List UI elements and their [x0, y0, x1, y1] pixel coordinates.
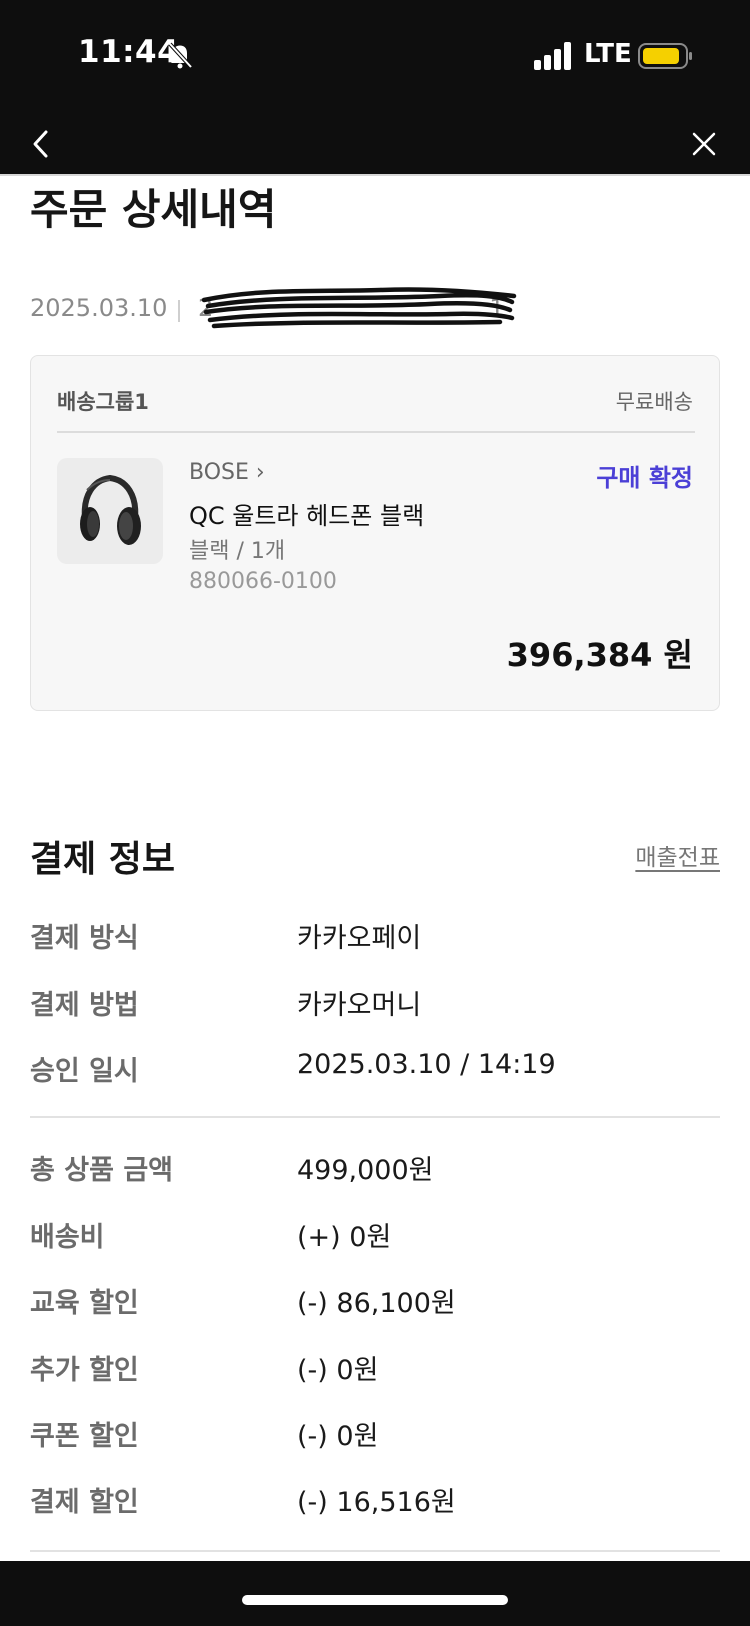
brand-link[interactable]: BOSE ›: [189, 460, 265, 485]
amount-row-value: (-) 16,516원: [297, 1487, 456, 1518]
section-divider: [30, 1550, 720, 1552]
headphones-icon: [80, 474, 141, 545]
home-indicator[interactable]: [242, 1595, 508, 1605]
card-divider: [57, 431, 695, 433]
battery-icon: [638, 43, 692, 69]
bell-slash-icon: [168, 42, 193, 69]
order-status-badge: 구매 확정: [596, 464, 693, 492]
amount-row: 총 상품 금액 499,000원: [30, 1148, 720, 1188]
amount-row: 추가 할인 (-) 0원: [30, 1348, 720, 1388]
amount-row-label: 배송비: [30, 1222, 105, 1253]
brand-label: BOSE: [189, 460, 249, 485]
meta-separator: [178, 300, 180, 322]
amount-row: 배송비 (+) 0원: [30, 1215, 720, 1255]
shipping-type: 무료배송: [615, 390, 693, 414]
status-time: 11:44: [78, 34, 180, 70]
status-bar: 11:44 LTE: [0, 0, 750, 110]
product-sku: 880066-0100: [189, 569, 337, 594]
order-date: 2025.03.10: [30, 294, 168, 322]
amount-row-value: 499,000원: [297, 1155, 434, 1186]
redaction-scribble: [201, 287, 517, 329]
chevron-right-icon: ›: [255, 460, 265, 485]
receipt-link[interactable]: 매출전표: [635, 838, 720, 872]
order-meta: 2025.03.10 21: [30, 287, 730, 329]
amount-row-label: 교육 할인: [30, 1288, 139, 1319]
chevron-left-icon[interactable]: [26, 126, 58, 162]
amount-row-value: (-) 0원: [297, 1355, 379, 1386]
payment-row: 승인 일시 2025.03.10 / 14:19: [30, 1049, 720, 1089]
product-name[interactable]: QC 울트라 헤드폰 블랙: [189, 496, 424, 531]
nav-bar: [0, 110, 750, 176]
payment-section-title: 결제 정보: [30, 839, 176, 880]
amount-row-label: 총 상품 금액: [30, 1155, 173, 1186]
home-bar-area: [0, 1561, 750, 1626]
payment-row-value: 2025.03.10 / 14:19: [297, 1049, 556, 1080]
payment-row: 결제 방법 카카오머니: [30, 983, 720, 1023]
close-icon[interactable]: [688, 128, 720, 160]
amount-row-value: (-) 86,100원: [297, 1288, 456, 1319]
section-divider: [30, 1116, 720, 1118]
network-label: LTE: [584, 39, 632, 69]
shipment-group-label: 배송그룹1: [57, 390, 149, 414]
product-option: 블랙 / 1개: [189, 539, 286, 564]
amount-row-label: 결제 할인: [30, 1487, 139, 1518]
product-thumbnail[interactable]: [57, 458, 163, 564]
page-title: 주문 상세내역: [30, 185, 277, 234]
amount-row: 결제 할인 (-) 16,516원: [30, 1480, 720, 1520]
amount-row-label: 추가 할인: [30, 1355, 139, 1386]
product-price: 396,384 원: [506, 636, 693, 674]
payment-row: 결제 방식 카카오페이: [30, 916, 720, 956]
payment-row-label: 결제 방식: [30, 923, 139, 954]
payment-row-value: 카카오페이: [297, 923, 422, 954]
payment-row-label: 승인 일시: [30, 1056, 139, 1087]
shipment-group-card: 배송그룹1 무료배송 BOSE › 구매 확정 QC 울트라 헤드폰 블랙 블랙…: [30, 355, 720, 711]
amount-row-value: (+) 0원: [297, 1222, 392, 1253]
payment-row-value: 카카오머니: [297, 990, 422, 1021]
amount-row: 쿠폰 할인 (-) 0원: [30, 1414, 720, 1454]
amount-row-label: 쿠폰 할인: [30, 1421, 139, 1452]
signal-icon: [534, 42, 571, 70]
amount-row: 교육 할인 (-) 86,100원: [30, 1281, 720, 1321]
payment-row-label: 결제 방법: [30, 990, 139, 1021]
amount-row-value: (-) 0원: [297, 1421, 379, 1452]
